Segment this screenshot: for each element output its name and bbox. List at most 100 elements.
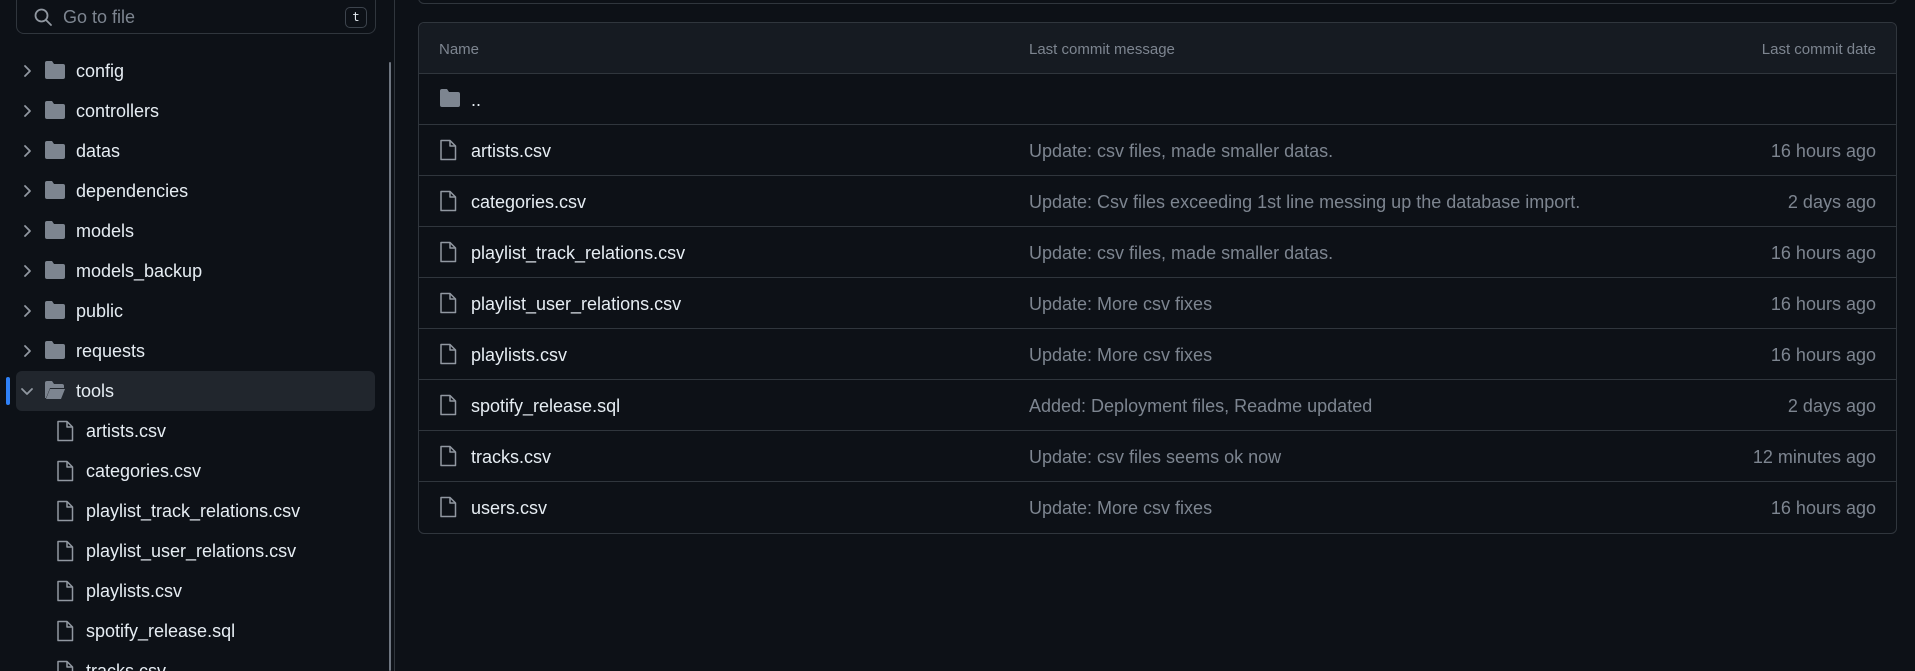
commit-message-link[interactable]: Update: Csv files exceeding 1st line mes…	[1029, 192, 1580, 213]
tree-item-label: playlist_user_relations.csv	[86, 541, 297, 561]
folder-icon	[45, 181, 65, 199]
tree-file-item[interactable]: artists.csv	[0, 411, 385, 451]
tree-item-label: spotify_release.sql	[86, 621, 236, 641]
go-to-file-placeholder: Go to file	[63, 7, 136, 27]
column-header-date: Last commit date	[1761, 41, 1876, 58]
table-header: Name Last commit message Last commit dat…	[419, 23, 1896, 74]
tree-folder-item[interactable]: models_backup	[0, 251, 385, 291]
tree-folder-item[interactable]: config	[0, 51, 385, 91]
chevron-right-icon[interactable]	[19, 103, 35, 119]
folder-icon	[45, 101, 65, 119]
commit-message-link[interactable]: Update: csv files, made smaller datas.	[1029, 141, 1333, 162]
file-name-link[interactable]: users.csv	[471, 498, 547, 519]
commit-message-link[interactable]: Update: More csv fixes	[1029, 345, 1212, 366]
tree-item-label: models_backup	[76, 261, 203, 281]
header-box-bottom-edge	[418, 0, 1897, 4]
tree-item-label: requests	[76, 341, 146, 361]
file-icon	[57, 460, 74, 482]
commit-date: 16 hours ago	[1770, 294, 1876, 314]
commit-message-link[interactable]: Update: csv files seems ok now	[1029, 447, 1281, 468]
file-name-link[interactable]: playlist_track_relations.csv	[471, 243, 685, 264]
table-row: users.csv Update: More csv fixes 16 hours …	[419, 482, 1896, 533]
table-row: playlist_user_relations.csv Update: More …	[419, 278, 1896, 329]
tree-folder-item[interactable]: requests	[0, 331, 385, 371]
tree-item-label: tracks.csv	[86, 661, 167, 671]
tree-file-item[interactable]: tracks.csv	[0, 651, 385, 671]
folder-icon	[440, 89, 460, 107]
parent-directory-row[interactable]: ..	[419, 74, 1896, 125]
file-icon	[440, 343, 457, 365]
tree-folder-item[interactable]: dependencies	[0, 171, 385, 211]
file-icon	[440, 241, 457, 263]
file-icon	[57, 420, 74, 442]
tree-folder-item[interactable]: controllers	[0, 91, 385, 131]
go-to-file-input[interactable]: Go to file t	[16, 0, 376, 34]
folder-icon	[45, 141, 65, 159]
tree-item-label: categories.csv	[86, 461, 202, 481]
commit-message-link[interactable]: Update: More csv fixes	[1029, 294, 1212, 315]
file-name-link[interactable]: playlists.csv	[471, 345, 567, 366]
tree-file-item[interactable]: categories.csv	[0, 451, 385, 491]
file-icon	[57, 500, 74, 522]
tree-item-label: controllers	[76, 101, 160, 121]
search-icon	[34, 8, 52, 26]
chevron-right-icon[interactable]	[19, 223, 35, 239]
commit-date: 16 hours ago	[1770, 345, 1876, 365]
tree-item-label: tools	[76, 381, 115, 401]
file-icon	[440, 292, 457, 314]
chevron-right-icon[interactable]	[19, 343, 35, 359]
chevron-down-icon[interactable]	[19, 383, 35, 399]
tree-folder-item[interactable]: datas	[0, 131, 385, 171]
tree-file-item[interactable]: playlist_track_relations.csv	[0, 491, 385, 531]
tree-folder-item[interactable]: models	[0, 211, 385, 251]
file-name-link[interactable]: tracks.csv	[471, 447, 551, 468]
active-indicator	[6, 377, 10, 405]
sidebar-scrollbar[interactable]	[389, 62, 391, 671]
tree-file-item[interactable]: playlists.csv	[0, 571, 385, 611]
table-row: spotify_release.sql Added: Deployment fil…	[419, 380, 1896, 431]
file-icon	[57, 620, 74, 642]
tree-file-item[interactable]: playlist_user_relations.csv	[0, 531, 385, 571]
folder-icon	[45, 341, 65, 359]
table-row: playlist_track_relations.csv Update: csv …	[419, 227, 1896, 278]
file-icon	[57, 540, 74, 562]
folder-icon	[45, 261, 65, 279]
tree-item-label: config	[76, 61, 125, 81]
file-icon	[440, 139, 457, 161]
tree-item-label: public	[76, 301, 124, 321]
commit-message-link[interactable]: Added: Deployment files, Readme updated	[1029, 396, 1372, 417]
tree-item-label: artists.csv	[86, 421, 167, 441]
column-header-name: Name	[439, 41, 480, 58]
file-name-link[interactable]: playlist_user_relations.csv	[471, 294, 681, 315]
tree-item-label: datas	[76, 141, 121, 161]
table-row: artists.csv Update: csv files, made small…	[419, 125, 1896, 176]
commit-message-link[interactable]: Update: More csv fixes	[1029, 498, 1212, 519]
file-icon	[440, 496, 457, 518]
tree-item-label: dependencies	[76, 181, 189, 201]
chevron-right-icon[interactable]	[19, 263, 35, 279]
parent-directory-link[interactable]: ..	[471, 90, 481, 111]
file-name-link[interactable]: spotify_release.sql	[471, 396, 620, 417]
file-icon	[57, 660, 74, 671]
chevron-right-icon[interactable]	[19, 143, 35, 159]
tree-item-label: playlists.csv	[86, 581, 183, 601]
tree-folder-item[interactable]: public	[0, 291, 385, 331]
chevron-right-icon[interactable]	[19, 303, 35, 319]
chevron-right-icon[interactable]	[19, 183, 35, 199]
folder-icon	[45, 61, 65, 79]
file-table: Name Last commit message Last commit dat…	[418, 22, 1897, 534]
commit-date: 12 minutes ago	[1752, 447, 1876, 467]
file-icon	[440, 190, 457, 212]
file-icon	[57, 580, 74, 602]
tree-folder-item-active[interactable]: tools	[0, 371, 385, 411]
chevron-right-icon[interactable]	[19, 63, 35, 79]
folder-open-icon	[45, 381, 65, 399]
file-name-link[interactable]: artists.csv	[471, 141, 551, 162]
folder-icon	[45, 221, 65, 239]
commit-message-link[interactable]: Update: csv files, made smaller datas.	[1029, 243, 1333, 264]
tree-file-item[interactable]: spotify_release.sql	[0, 611, 385, 651]
tree-item-label: models	[76, 221, 135, 241]
commit-date: 2 days ago	[1787, 396, 1876, 416]
table-row: playlists.csv Update: More csv fixes 16 ho…	[419, 329, 1896, 380]
file-name-link[interactable]: categories.csv	[471, 192, 586, 213]
